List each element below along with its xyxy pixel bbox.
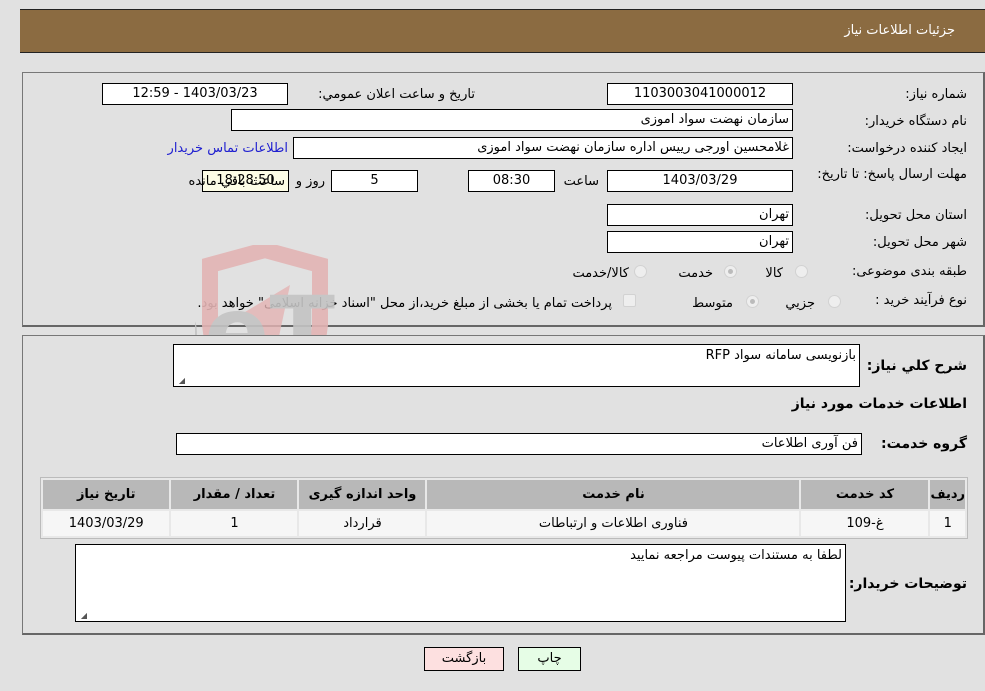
category-option-goods: کالا	[765, 266, 783, 281]
col-header-quantity: تعداد / مقدار	[171, 480, 298, 509]
buyer-notes-text: لطفا به مستندات پیوست مراجعه نمایید	[630, 548, 842, 563]
city-field: تهران	[607, 231, 793, 253]
col-header-service-name: نام خدمت	[427, 480, 800, 509]
deadline-label: مهلت ارسال پاسخ: تا تاریخ:	[817, 167, 967, 182]
buyer-org-label: نام دستگاه خريدار:	[864, 114, 967, 129]
table-row: 1 غ-109 فناوری اطلاعات و ارتباطات قراردا…	[43, 511, 965, 536]
purchase-type-radio-minor[interactable]	[828, 295, 841, 308]
category-radio-goods[interactable]	[795, 265, 808, 278]
province-field: تهران	[607, 204, 793, 226]
deadline-time-label: ساعت	[563, 174, 599, 189]
announce-datetime-label: تاریخ و ساعت اعلان عمومي:	[318, 87, 475, 102]
services-heading: اطلاعات خدمات مورد نياز	[791, 396, 967, 412]
category-option-goods-service: کالا/خدمت	[572, 266, 629, 281]
purchase-type-radio-medium[interactable]	[746, 295, 759, 308]
requester-label: ایجاد کننده درخواست:	[847, 141, 967, 156]
cell-quantity: 1	[171, 511, 298, 536]
service-group-label: گروه خدمت:	[881, 436, 967, 452]
back-button[interactable]: بازگشت	[424, 647, 504, 671]
col-header-service-code: کد خدمت	[801, 480, 929, 509]
category-label: طبقه بندی موضوعی:	[851, 264, 967, 279]
requester-field: غلامحسين اورجی رييس اداره سازمان نهضت سو…	[293, 137, 793, 159]
cell-need-date: 1403/03/29	[43, 511, 170, 536]
category-radio-service[interactable]	[724, 265, 737, 278]
need-number-label: شماره نیاز:	[905, 87, 967, 102]
general-desc-text: بازنویسی سامانه سواد RFP	[705, 348, 856, 363]
page-header: جزئیات اطلاعات نیاز	[20, 9, 985, 53]
province-label: استان محل تحویل:	[865, 208, 967, 223]
days-label: روز و	[295, 174, 325, 189]
remaining-days-field: 5	[331, 170, 418, 192]
print-button[interactable]: چاپ	[518, 647, 581, 671]
page-title: جزئیات اطلاعات نیاز	[844, 23, 955, 38]
services-table: رديف کد خدمت نام خدمت واحد اندازه گیری ت…	[40, 477, 968, 539]
remaining-time-label: ساعت باقي مانده	[188, 174, 285, 189]
cell-service-name: فناوری اطلاعات و ارتباطات	[427, 511, 800, 536]
buyer-notes-textarea[interactable]: لطفا به مستندات پیوست مراجعه نمایید ◢	[75, 544, 846, 622]
col-header-need-date: تاريخ نياز	[43, 480, 170, 509]
category-option-service: خدمت	[678, 266, 713, 281]
category-radio-goods-service[interactable]	[634, 265, 647, 278]
deadline-date-field: 1403/03/29	[607, 170, 793, 192]
col-header-unit: واحد اندازه گیری	[299, 480, 426, 509]
cell-unit: قرارداد	[299, 511, 426, 536]
buyer-org-field: سازمان نهضت سواد اموزی	[231, 109, 793, 131]
general-desc-textarea[interactable]: بازنویسی سامانه سواد RFP ◢	[173, 344, 860, 387]
deadline-time-field: 08:30	[468, 170, 555, 192]
city-label: شهر محل تحویل:	[872, 235, 967, 250]
buyer-contact-link[interactable]: اطلاعات تماس خريدار	[168, 141, 288, 156]
purchase-type-label: نوع فرآیند خرید :	[875, 293, 967, 308]
general-desc-label: شرح کلي نياز:	[866, 358, 967, 374]
cell-service-code: غ-109	[801, 511, 929, 536]
col-header-row-number: رديف	[930, 480, 965, 509]
need-number-field: 1103003041000012	[607, 83, 793, 105]
treasury-checkbox[interactable]	[623, 294, 636, 307]
treasury-note: پرداخت تمام یا بخشی از مبلغ خرید،از محل …	[197, 296, 612, 311]
resize-grip-icon[interactable]: ◢	[78, 611, 87, 620]
resize-grip-icon[interactable]: ◢	[176, 376, 185, 385]
purchase-type-option-minor: جزيي	[785, 296, 815, 311]
purchase-type-option-medium: متوسط	[692, 296, 733, 311]
table-header-row: رديف کد خدمت نام خدمت واحد اندازه گیری ت…	[43, 480, 965, 509]
service-group-field: فن آوری اطلاعات	[176, 433, 862, 455]
announce-datetime-field: 1403/03/23 - 12:59	[102, 83, 288, 105]
cell-row-number: 1	[930, 511, 965, 536]
buyer-notes-label: توضيحات خريدار:	[848, 576, 967, 592]
